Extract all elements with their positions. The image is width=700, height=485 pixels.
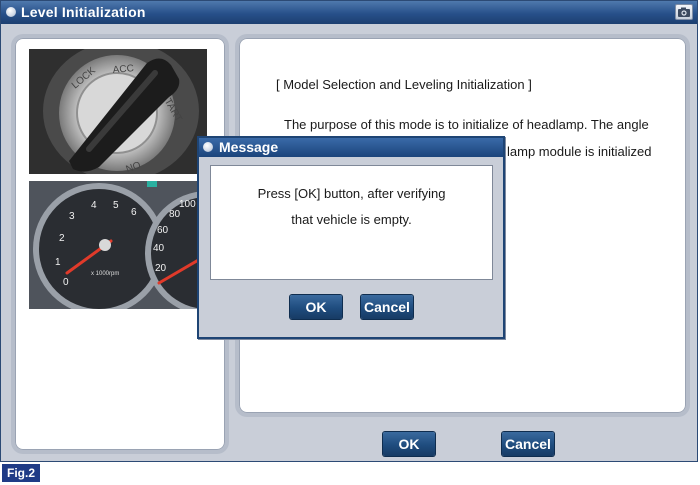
camera-icon[interactable] [675, 4, 693, 20]
speed-tick-40: 40 [153, 243, 165, 254]
window-titlebar: Level Initialization [1, 1, 697, 24]
tach-tick-1: 1 [55, 257, 61, 268]
tach-tick-3: 3 [69, 211, 75, 222]
dialog-message-line-2: that vehicle is empty. [291, 212, 412, 227]
speed-tick-60: 60 [157, 225, 169, 236]
cancel-button[interactable]: Cancel [502, 432, 554, 456]
dialog-cancel-button[interactable]: Cancel [361, 295, 413, 319]
dialog-title: Message [219, 139, 279, 155]
level-initialization-window: Level Initialization LOCK ACC START ON 3… [0, 0, 698, 462]
dialog-titlebar: Message [199, 138, 503, 157]
description-line-2: lamp module is initialized [507, 144, 652, 159]
dialog-title-dot-icon [203, 142, 213, 152]
mode-heading: [ Model Selection and Leveling Initializ… [276, 77, 532, 92]
speed-tick-20: 20 [155, 263, 167, 274]
tach-tick-6: 6 [131, 207, 137, 218]
figure-label: Fig.2 [2, 464, 40, 482]
tach-tick-2: 2 [59, 233, 65, 244]
tach-tick-5: 5 [113, 200, 119, 211]
ignition-key-photo: LOCK ACC START ON [29, 49, 207, 174]
dialog-message-line-1: Press [OK] button, after verifying [257, 186, 446, 201]
ignition-label-acc: ACC [112, 63, 134, 76]
window-title: Level Initialization [21, 4, 146, 20]
description-line-1: The purpose of this mode is to initializ… [284, 117, 649, 132]
tach-tick-0: 0 [63, 277, 69, 288]
speed-tick-80: 80 [169, 209, 181, 220]
speed-tick-100: 100 [179, 199, 196, 210]
dialog-ok-button[interactable]: OK [290, 295, 342, 319]
tach-tick-4: 4 [91, 200, 97, 211]
title-dot-icon [6, 7, 16, 17]
dialog-message-box: Press [OK] button, after verifying that … [210, 165, 493, 280]
tach-unit: x 1000rpm [91, 271, 119, 277]
message-dialog: Message Press [OK] button, after verifyi… [197, 136, 505, 339]
ok-button[interactable]: OK [383, 432, 435, 456]
instrument-cluster-photo: 3 4 5 6 2 1 0 x 1000rpm 100 80 60 40 20 [29, 181, 207, 309]
